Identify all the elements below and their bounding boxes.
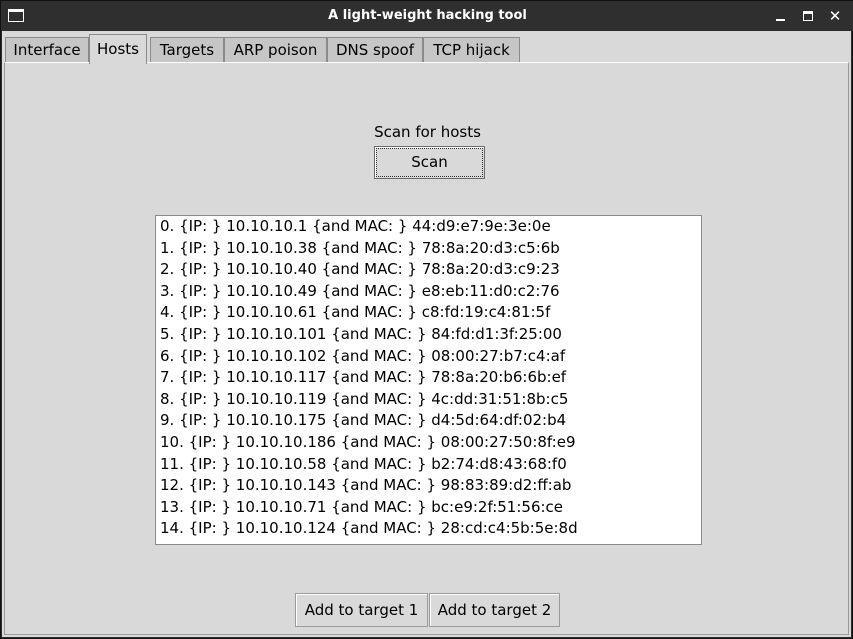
hosts-tab-panel: Scan for hosts Scan 0. {IP: } 10.10.10.1… <box>4 62 849 635</box>
title-bar[interactable]: A light-weight hacking tool ✕ <box>1 1 853 31</box>
scan-button-label: Scan <box>376 148 483 177</box>
window-title: A light-weight hacking tool <box>328 8 527 23</box>
maximize-button[interactable] <box>797 5 819 27</box>
add-to-target-2-button[interactable]: Add to target 2 <box>429 593 560 627</box>
client-area: Interface Hosts Targets ARP poison DNS s… <box>2 31 851 637</box>
host-list-item[interactable]: 5. {IP: } 10.10.10.101 {and MAC: } 84:fd… <box>156 324 701 346</box>
host-list-item[interactable]: 10. {IP: } 10.10.10.186 {and MAC: } 08:0… <box>156 432 701 454</box>
host-list-item[interactable]: 4. {IP: } 10.10.10.61 {and MAC: } c8:fd:… <box>156 302 701 324</box>
minimize-button[interactable] <box>769 5 791 27</box>
host-list-item[interactable]: 7. {IP: } 10.10.10.117 {and MAC: } 78:8a… <box>156 367 701 389</box>
app-window: A light-weight hacking tool ✕ Interface … <box>0 0 853 639</box>
host-list-item[interactable]: 0. {IP: } 10.10.10.1 {and MAC: } 44:d9:e… <box>156 216 701 238</box>
host-list-item[interactable]: 11. {IP: } 10.10.10.58 {and MAC: } b2:74… <box>156 454 701 476</box>
close-icon: ✕ <box>828 7 842 25</box>
tab-interface[interactable]: Interface <box>5 37 89 63</box>
scan-button[interactable]: Scan <box>374 146 485 179</box>
tab-tcp-hijack[interactable]: TCP hijack <box>423 37 520 63</box>
host-list-item[interactable]: 8. {IP: } 10.10.10.119 {and MAC: } 4c:dd… <box>156 389 701 411</box>
tab-arp-poison[interactable]: ARP poison <box>224 37 327 63</box>
maximize-icon <box>803 11 813 21</box>
host-list-item[interactable]: 3. {IP: } 10.10.10.49 {and MAC: } e8:eb:… <box>156 281 701 303</box>
host-list-item[interactable]: 6. {IP: } 10.10.10.102 {and MAC: } 08:00… <box>156 346 701 368</box>
tab-targets[interactable]: Targets <box>150 37 224 63</box>
scan-label: Scan for hosts <box>374 123 481 141</box>
host-list-item[interactable]: 13. {IP: } 10.10.10.71 {and MAC: } bc:e9… <box>156 497 701 519</box>
add-to-target-1-button[interactable]: Add to target 1 <box>295 593 428 627</box>
close-button[interactable]: ✕ <box>824 5 846 27</box>
tab-dns-spoof[interactable]: DNS spoof <box>327 37 423 63</box>
hosts-listbox[interactable]: 0. {IP: } 10.10.10.1 {and MAC: } 44:d9:e… <box>155 215 702 545</box>
minimize-icon <box>775 19 785 21</box>
host-list-item[interactable]: 9. {IP: } 10.10.10.175 {and MAC: } d4:5d… <box>156 410 701 432</box>
host-list-item[interactable]: 14. {IP: } 10.10.10.124 {and MAC: } 28:c… <box>156 518 701 540</box>
host-list-item[interactable]: 12. {IP: } 10.10.10.143 {and MAC: } 98:8… <box>156 475 701 497</box>
host-list-item[interactable]: 2. {IP: } 10.10.10.40 {and MAC: } 78:8a:… <box>156 259 701 281</box>
host-list-item[interactable]: 1. {IP: } 10.10.10.38 {and MAC: } 78:8a:… <box>156 238 701 260</box>
tab-hosts[interactable]: Hosts <box>89 34 147 64</box>
